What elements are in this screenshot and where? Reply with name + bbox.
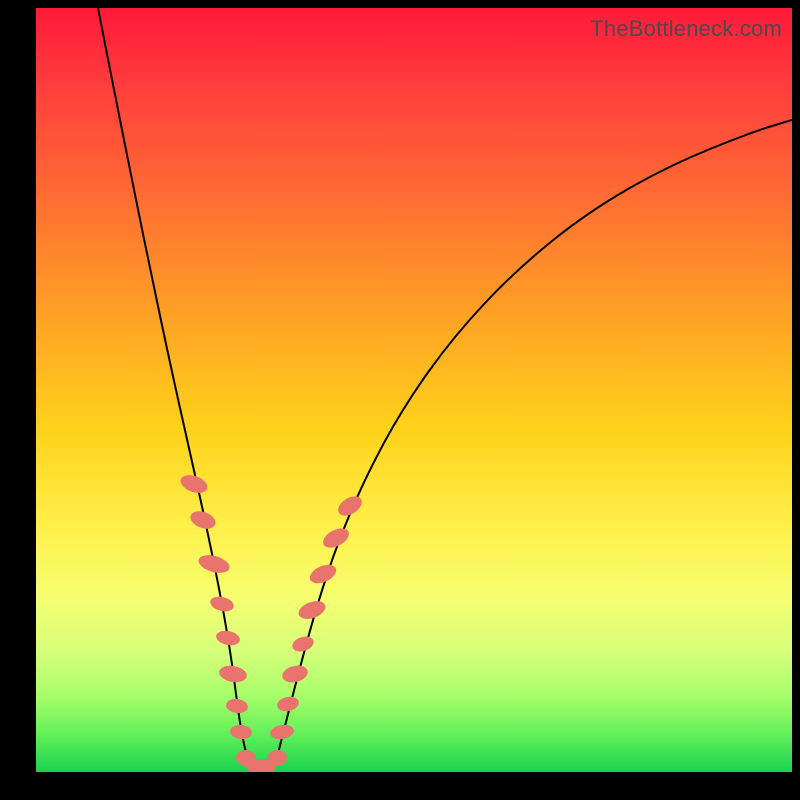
data-bead bbox=[296, 598, 328, 623]
data-bead bbox=[290, 634, 315, 654]
data-bead bbox=[178, 472, 210, 497]
data-bead bbox=[196, 552, 231, 576]
data-bead bbox=[229, 724, 252, 740]
data-bead bbox=[276, 695, 300, 713]
data-bead bbox=[269, 723, 295, 741]
bead-group bbox=[178, 472, 365, 772]
plot-area: TheBottleneck.com bbox=[36, 8, 792, 772]
data-bead bbox=[280, 663, 309, 685]
data-bead bbox=[209, 594, 236, 613]
data-bead bbox=[215, 629, 241, 648]
chart-frame: TheBottleneck.com bbox=[0, 0, 800, 800]
curve-right bbox=[275, 120, 792, 765]
data-bead bbox=[225, 698, 249, 715]
data-bead bbox=[218, 664, 248, 685]
data-bead bbox=[307, 561, 339, 587]
chart-svg bbox=[36, 8, 792, 772]
curve-left bbox=[98, 8, 249, 765]
